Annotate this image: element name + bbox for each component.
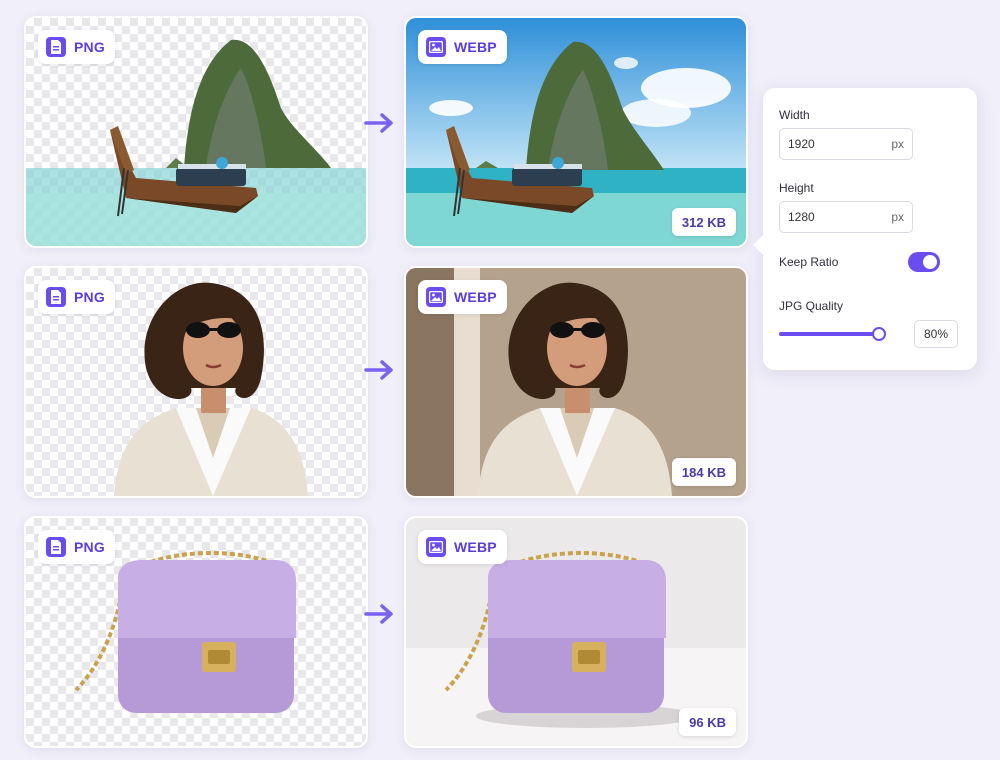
width-field[interactable]: 1920 px — [779, 128, 913, 160]
toggle-knob — [923, 255, 937, 269]
jpg-quality-label: JPG Quality — [779, 299, 844, 313]
output-image-card[interactable]: WEBP 184 KB — [404, 266, 748, 498]
height-unit: px — [891, 210, 904, 224]
image-icon — [426, 537, 446, 557]
height-label: Height — [779, 181, 814, 195]
source-format-label: PNG — [74, 39, 105, 55]
source-image-card[interactable]: PNG — [24, 266, 368, 498]
format-badge-webp: WEBP — [418, 280, 507, 314]
file-size-badge: 184 KB — [671, 458, 736, 486]
source-image-card[interactable]: PNG — [24, 516, 368, 748]
width-value: 1920 — [788, 137, 815, 151]
source-format-label: PNG — [74, 539, 105, 555]
arrow-right-icon — [364, 604, 393, 624]
panel-pointer — [753, 235, 773, 255]
quality-slider-thumb[interactable] — [872, 327, 886, 341]
height-value: 1280 — [788, 210, 815, 224]
document-icon — [46, 287, 66, 307]
format-badge-webp: WEBP — [418, 530, 507, 564]
format-badge-webp: WEBP — [418, 30, 507, 64]
quality-value-field[interactable]: 80% — [914, 320, 958, 348]
output-format-label: WEBP — [454, 539, 497, 555]
keep-ratio-label: Keep Ratio — [779, 255, 839, 269]
output-format-label: WEBP — [454, 289, 497, 305]
keep-ratio-toggle[interactable] — [908, 252, 940, 272]
quality-slider-track[interactable] — [779, 332, 879, 336]
arrow-right-icon — [364, 113, 393, 133]
width-label: Width — [779, 108, 810, 122]
image-icon — [426, 287, 446, 307]
format-badge-png: PNG — [38, 530, 115, 564]
height-field[interactable]: 1280 px — [779, 201, 913, 233]
format-badge-png: PNG — [38, 280, 115, 314]
file-size-badge: 312 KB — [671, 208, 736, 236]
document-icon — [46, 37, 66, 57]
format-badge-png: PNG — [38, 30, 115, 64]
file-size-badge: 96 KB — [679, 708, 736, 736]
document-icon — [46, 537, 66, 557]
source-format-label: PNG — [74, 289, 105, 305]
output-format-label: WEBP — [454, 39, 497, 55]
source-image-card[interactable]: PNG — [24, 16, 368, 248]
output-image-card[interactable]: WEBP 312 KB — [404, 16, 748, 248]
width-unit: px — [891, 137, 904, 151]
image-icon — [426, 37, 446, 57]
output-image-card[interactable]: WEBP 96 KB — [404, 516, 748, 748]
resize-settings-panel: Width 1920 px Height 1280 px Keep Ratio … — [753, 88, 977, 370]
arrow-right-icon — [364, 360, 393, 380]
